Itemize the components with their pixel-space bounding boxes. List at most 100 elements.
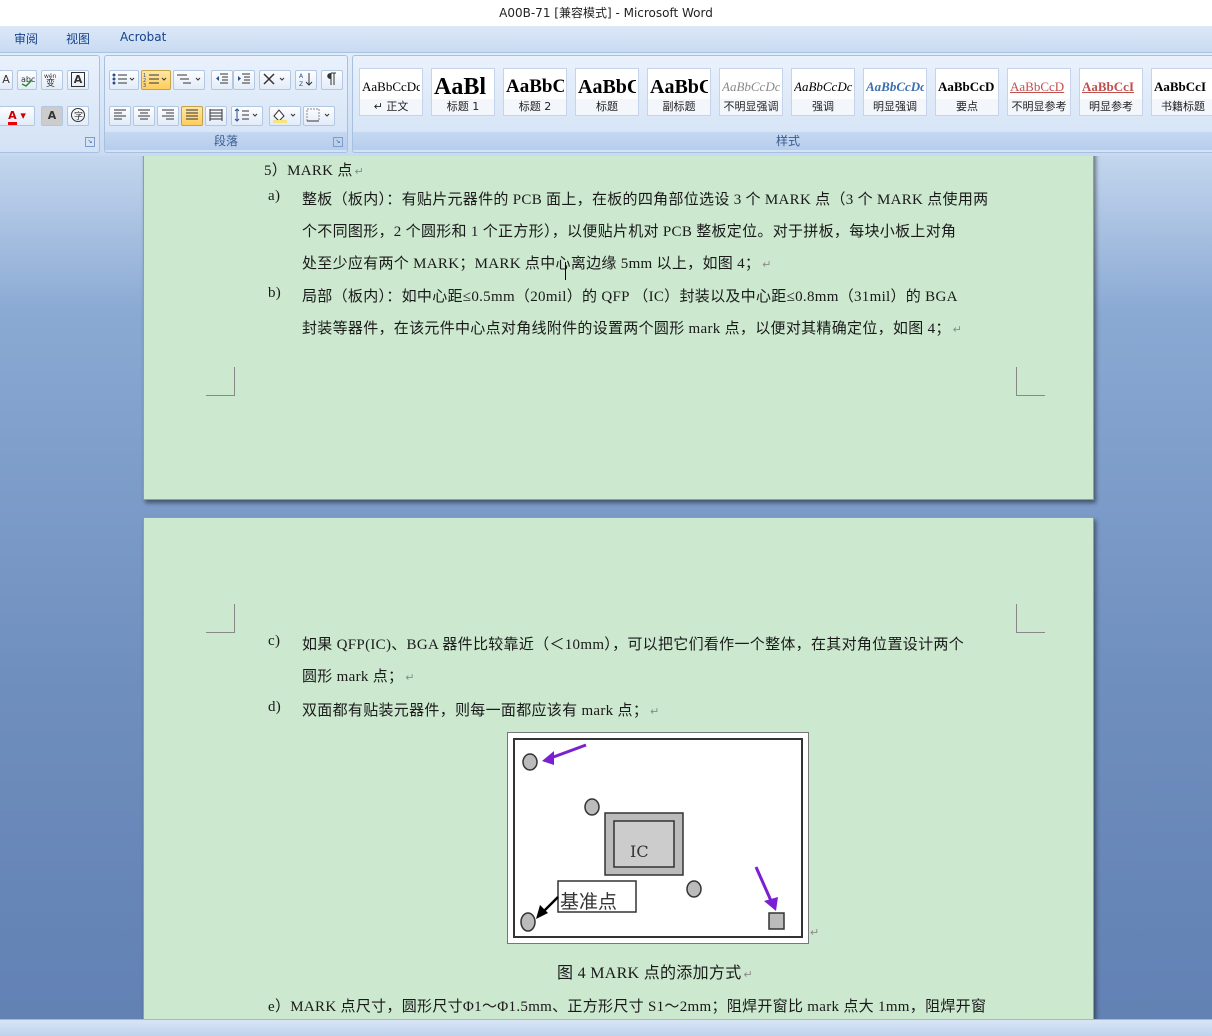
- align-center-icon[interactable]: [133, 106, 155, 126]
- para-a-line-2: 个不同图形，2 个圆形和 1 个正方形），以便贴片机对 PCB 整板定位。对于拼…: [302, 224, 957, 240]
- style-name: 标题 1: [432, 99, 494, 115]
- style-sample: AaBbCcI: [1154, 79, 1207, 94]
- style-tile-12[interactable]: AaBbCcI 书籍标题: [1151, 68, 1212, 116]
- style-name: 副标题: [648, 99, 710, 115]
- style-tile-6[interactable]: AaBbCcDc 不明显强调: [719, 68, 783, 116]
- line-spacing-icon[interactable]: [231, 106, 263, 126]
- style-tile-8[interactable]: AaBbCcDc 明显强调: [863, 68, 927, 116]
- style-tile-1[interactable]: AaBbCcDc ↵ 正文: [359, 68, 423, 116]
- style-name: 书籍标题: [1152, 99, 1212, 115]
- para-a-line-3: 处至少应有两个 MARK；MARK 点中心离边缘 5mm 以上，如图 4； ↵: [302, 256, 772, 272]
- svg-text:字: 字: [74, 110, 83, 122]
- para-c-line-2: 圆形 mark 点； ↵: [302, 669, 415, 685]
- figure-mark-diagram[interactable]: IC 基准点: [507, 732, 809, 944]
- status-bar: [0, 1019, 1212, 1036]
- align-right-icon[interactable]: [157, 106, 179, 126]
- ribbon-tab-bar: 审阅 视图 Acrobat: [0, 26, 1212, 53]
- para-b-line-1: 局部（板内）：如中心距≤0.5mm（20mil）的 QFP （IC）封装以及中心…: [302, 289, 958, 305]
- style-tile-7[interactable]: AaBbCcDc 强调: [791, 68, 855, 116]
- show-hide-marks-icon[interactable]: [321, 70, 343, 90]
- margin-corner-bottom-right: [1016, 367, 1045, 396]
- phonetic-guide-icon[interactable]: wén 变: [41, 70, 63, 90]
- paragraph-group-label: 段落: [105, 132, 347, 150]
- list-marker-d: d): [268, 699, 282, 715]
- increase-indent-icon[interactable]: [233, 70, 255, 90]
- character-shading-icon[interactable]: A: [41, 106, 63, 126]
- chinese-layout-icon[interactable]: [259, 70, 291, 90]
- justify-icon[interactable]: [181, 106, 203, 126]
- shading-icon[interactable]: [269, 106, 301, 126]
- document-area[interactable]: 5）MARK 点 ↵ a) 整板（板内）：有贴片元器件的 PCB 面上，在板的四角…: [0, 156, 1212, 1019]
- list-marker-a: a): [268, 188, 281, 204]
- para-e-line-1: e）MARK 点尺寸，圆形尺寸Φ1～Φ1.5mm、正方形尺寸 S1～2mm；阻焊…: [268, 999, 987, 1015]
- style-name: 明显参考: [1080, 99, 1142, 115]
- sort-icon[interactable]: AZ: [295, 70, 317, 90]
- numbering-icon[interactable]: 123: [141, 70, 171, 90]
- style-sample: AaBbCcDc: [794, 79, 852, 94]
- font-dialog-launcher-icon[interactable]: ↘: [85, 137, 95, 147]
- para-a-line-1: 整板（板内）：有贴片元器件的 PCB 面上，在板的四角部位选设 3 个 MARK…: [302, 192, 989, 208]
- margin-corner-top-left: [206, 604, 235, 633]
- multilevel-list-icon[interactable]: [173, 70, 205, 90]
- margin-corner-bottom-left: [206, 367, 235, 396]
- figure-ic-label: IC: [630, 842, 649, 861]
- style-sample: AaBbC: [506, 76, 564, 97]
- svg-text:Z: Z: [299, 81, 303, 87]
- style-tile-3[interactable]: AaBbC 标题 2: [503, 68, 567, 116]
- style-tile-9[interactable]: AaBbCcD 要点: [935, 68, 999, 116]
- style-sample: AaBbC: [578, 76, 636, 98]
- style-tile-11[interactable]: AaBbCcI 明显参考: [1079, 68, 1143, 116]
- para-c-line-1: 如果 QFP(IC)、BGA 器件比较靠近（＜10mm），可以把它们看作一个整体…: [302, 637, 964, 653]
- style-sample: AaBbCcD: [938, 79, 995, 94]
- tab-acrobat[interactable]: Acrobat: [120, 30, 166, 44]
- style-tile-2[interactable]: AaBl 标题 1: [431, 68, 495, 116]
- style-tile-4[interactable]: AaBbC 标题: [575, 68, 639, 116]
- window-title: A00B-71 [兼容模式] - Microsoft Word: [0, 0, 1212, 26]
- enclose-characters-icon[interactable]: 字: [67, 106, 89, 126]
- page-2[interactable]: c) 如果 QFP(IC)、BGA 器件比较靠近（＜10mm），可以把它们看作一…: [143, 517, 1094, 1019]
- figure-reference-label: 基准点: [560, 891, 617, 913]
- distributed-icon[interactable]: [205, 106, 227, 126]
- borders-icon[interactable]: [303, 106, 335, 126]
- character-border-icon[interactable]: A: [67, 70, 89, 90]
- ribbon: A abc wén 变 A A ▾ A 字 ↘ 123 A Z 段落 ↘ AaB…: [0, 53, 1212, 156]
- list-marker-b: b): [268, 285, 282, 301]
- svg-text:3: 3: [143, 83, 146, 87]
- paragraph-dialog-launcher-icon[interactable]: ↘: [333, 137, 343, 147]
- svg-text:变: 变: [46, 77, 55, 87]
- decrease-indent-icon[interactable]: [211, 70, 233, 90]
- spell-check-icon[interactable]: abc: [17, 70, 37, 90]
- font-color-icon[interactable]: A ▾: [0, 106, 35, 126]
- figure-para-mark: ↵: [810, 927, 820, 939]
- style-sample: AaBbCcI: [1082, 79, 1135, 94]
- style-sample: AaBbC: [650, 76, 708, 98]
- list-marker-c: c): [268, 633, 281, 649]
- tab-view[interactable]: 视图: [66, 30, 90, 47]
- style-sample: AaBbCcDc: [722, 79, 780, 94]
- text-cursor: [565, 262, 566, 280]
- style-sample: AaBbCcDc: [866, 79, 924, 94]
- styles-group-label: 样式: [353, 132, 1212, 150]
- style-name: ↵ 正文: [360, 99, 422, 115]
- font-color-a-icon[interactable]: A: [0, 70, 13, 90]
- style-name: 标题 2: [504, 99, 566, 115]
- para-d-line: 双面都有贴装元器件，则每一面都应该有 mark 点； ↵: [302, 703, 660, 719]
- page-1[interactable]: 5）MARK 点 ↵ a) 整板（板内）：有贴片元器件的 PCB 面上，在板的四角…: [143, 156, 1094, 500]
- style-tile-5[interactable]: AaBbC 副标题: [647, 68, 711, 116]
- style-name: 要点: [936, 99, 998, 115]
- figure-caption: 图 4 MARK 点的添加方式 ↵: [557, 965, 754, 982]
- align-left-icon[interactable]: [109, 106, 131, 126]
- font-group: A abc wén 变 A A ▾ A 字 ↘: [0, 55, 100, 153]
- style-name: 强调: [792, 99, 854, 115]
- margin-corner-top-right: [1016, 604, 1045, 633]
- figure-mark-diagram-svg: IC 基准点: [513, 738, 803, 938]
- style-name: 标题: [576, 99, 638, 115]
- style-sample: AaBl: [434, 75, 487, 99]
- tab-review[interactable]: 审阅: [14, 30, 38, 47]
- style-sample: AaBbCcDc: [362, 79, 420, 94]
- styles-group: AaBbCcDc ↵ 正文 AaBl 标题 1 AaBbC 标题 2 AaBbC 标题 AaBb…: [352, 55, 1212, 153]
- svg-text:A: A: [299, 73, 304, 80]
- style-tile-10[interactable]: AaBbCcD 不明显参考: [1007, 68, 1071, 116]
- bullets-icon[interactable]: [109, 70, 139, 90]
- svg-text:abc: abc: [21, 75, 35, 84]
